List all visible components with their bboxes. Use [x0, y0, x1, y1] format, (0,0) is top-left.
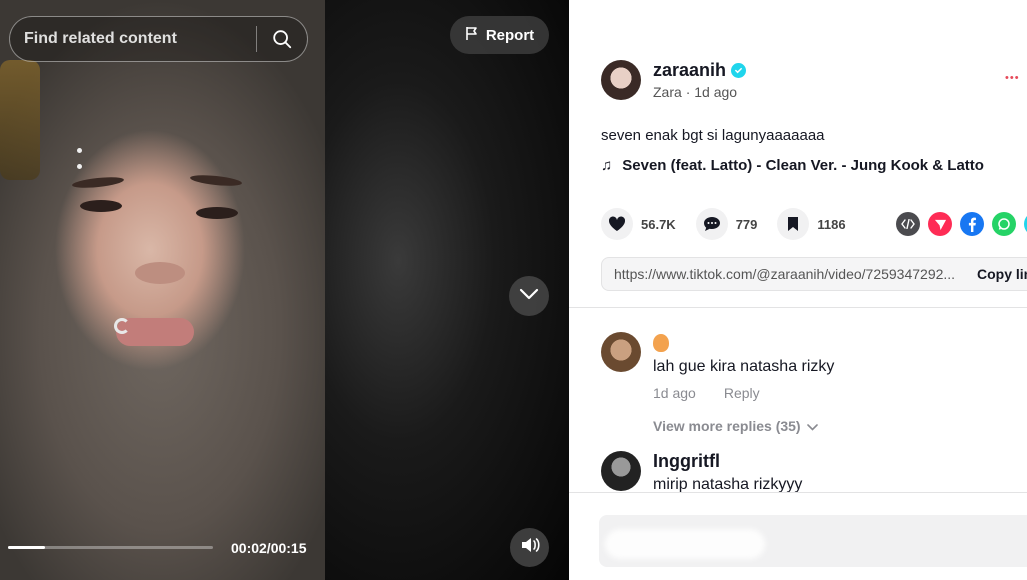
flag-icon [465, 26, 479, 45]
search-bar[interactable] [9, 16, 308, 62]
speaker-icon [520, 536, 540, 559]
right-eyebrow [189, 173, 243, 188]
author-info[interactable]: zaraanih Zara · 1d ago [601, 60, 747, 100]
comment-button[interactable]: 779 [695, 208, 758, 240]
save-button[interactable]: 1186 [777, 208, 846, 240]
redacted-content [605, 529, 765, 559]
facebook-icon[interactable] [960, 212, 984, 236]
right-eye [196, 207, 238, 219]
left-eyebrow [71, 175, 125, 190]
search-icon[interactable] [257, 17, 307, 61]
video-pane[interactable]: Report 00:02/00:15 [0, 0, 569, 580]
author-display-name: Zara [653, 84, 682, 100]
share-link-text[interactable]: https://www.tiktok.com/@zaraanih/video/7… [602, 266, 959, 282]
author-avatar[interactable] [601, 60, 641, 100]
lip-ring [114, 318, 130, 334]
send-to-friends-icon[interactable] [928, 212, 952, 236]
author-username[interactable]: zaraanih [653, 60, 726, 81]
heart-icon [601, 208, 633, 240]
meta-separator: · [685, 84, 691, 100]
reply-button[interactable]: Reply [724, 385, 760, 401]
music-title[interactable]: Seven (feat. Latto) - Clean Ver. - Jung … [622, 157, 984, 174]
details-panel: zaraanih Zara · 1d ago ••• seven enak bg… [569, 0, 1027, 580]
commenter-name[interactable]: Inggritfl [653, 451, 802, 472]
view-more-replies-button[interactable]: View more replies (35) [653, 418, 818, 434]
report-button[interactable]: Report [450, 16, 549, 54]
like-count: 56.7K [641, 216, 676, 232]
save-count: 1186 [817, 216, 846, 232]
comment-text: lah gue kira natasha rizky [653, 358, 835, 375]
video-progress-bar[interactable] [8, 546, 213, 549]
emoji-sticker-icon [653, 334, 669, 352]
background-light [0, 60, 40, 180]
cropped-corner-graphic: ••• [1005, 72, 1020, 84]
comment-item: lah gue kira natasha rizky 1d ago Reply [601, 332, 834, 401]
video-time: 00:02/00:15 [231, 540, 307, 556]
whatsapp-icon[interactable] [992, 212, 1016, 236]
next-video-button[interactable] [509, 276, 549, 316]
music-link[interactable]: ♫ Seven (feat. Latto) - Clean Ver. - Jun… [601, 157, 984, 174]
nose [135, 262, 185, 284]
post-date: 1d ago [694, 84, 738, 100]
view-more-replies-label: View more replies (35) [653, 418, 801, 434]
engagement-actions: 56.7K 779 1186 [601, 208, 866, 240]
comment-bubble-icon [695, 208, 728, 240]
section-divider [569, 307, 1027, 308]
post-caption: seven enak bgt si lagunyaaaaaaa [601, 127, 825, 144]
chevron-down-icon [519, 287, 539, 305]
share-options [896, 212, 1027, 236]
music-note-icon: ♫ [601, 157, 613, 174]
left-eye [80, 200, 122, 212]
commenter-avatar[interactable] [601, 451, 641, 491]
piercing-dot [77, 148, 82, 153]
comment-item: Inggritfl mirip natasha rizkyyy [601, 451, 802, 494]
embed-code-icon[interactable] [896, 212, 920, 236]
comment-time: 1d ago [653, 385, 696, 401]
volume-button[interactable] [510, 528, 549, 567]
verified-badge-icon [731, 63, 747, 78]
comment-input-divider [569, 492, 1027, 493]
comment-input-area[interactable] [599, 515, 1027, 567]
piercing-dot [77, 164, 82, 169]
chevron-down-icon [806, 418, 818, 434]
commenter-avatar[interactable] [601, 332, 641, 372]
report-label: Report [485, 26, 535, 44]
video-progress-fill [8, 546, 45, 549]
copy-link-button[interactable]: Copy link [959, 266, 1027, 282]
share-link-box[interactable]: https://www.tiktok.com/@zaraanih/video/7… [601, 257, 1027, 291]
search-input[interactable] [10, 30, 256, 48]
bookmark-icon [777, 208, 810, 240]
like-button[interactable]: 56.7K [601, 208, 676, 240]
video-frame[interactable] [0, 0, 325, 580]
comment-count: 779 [735, 216, 758, 232]
